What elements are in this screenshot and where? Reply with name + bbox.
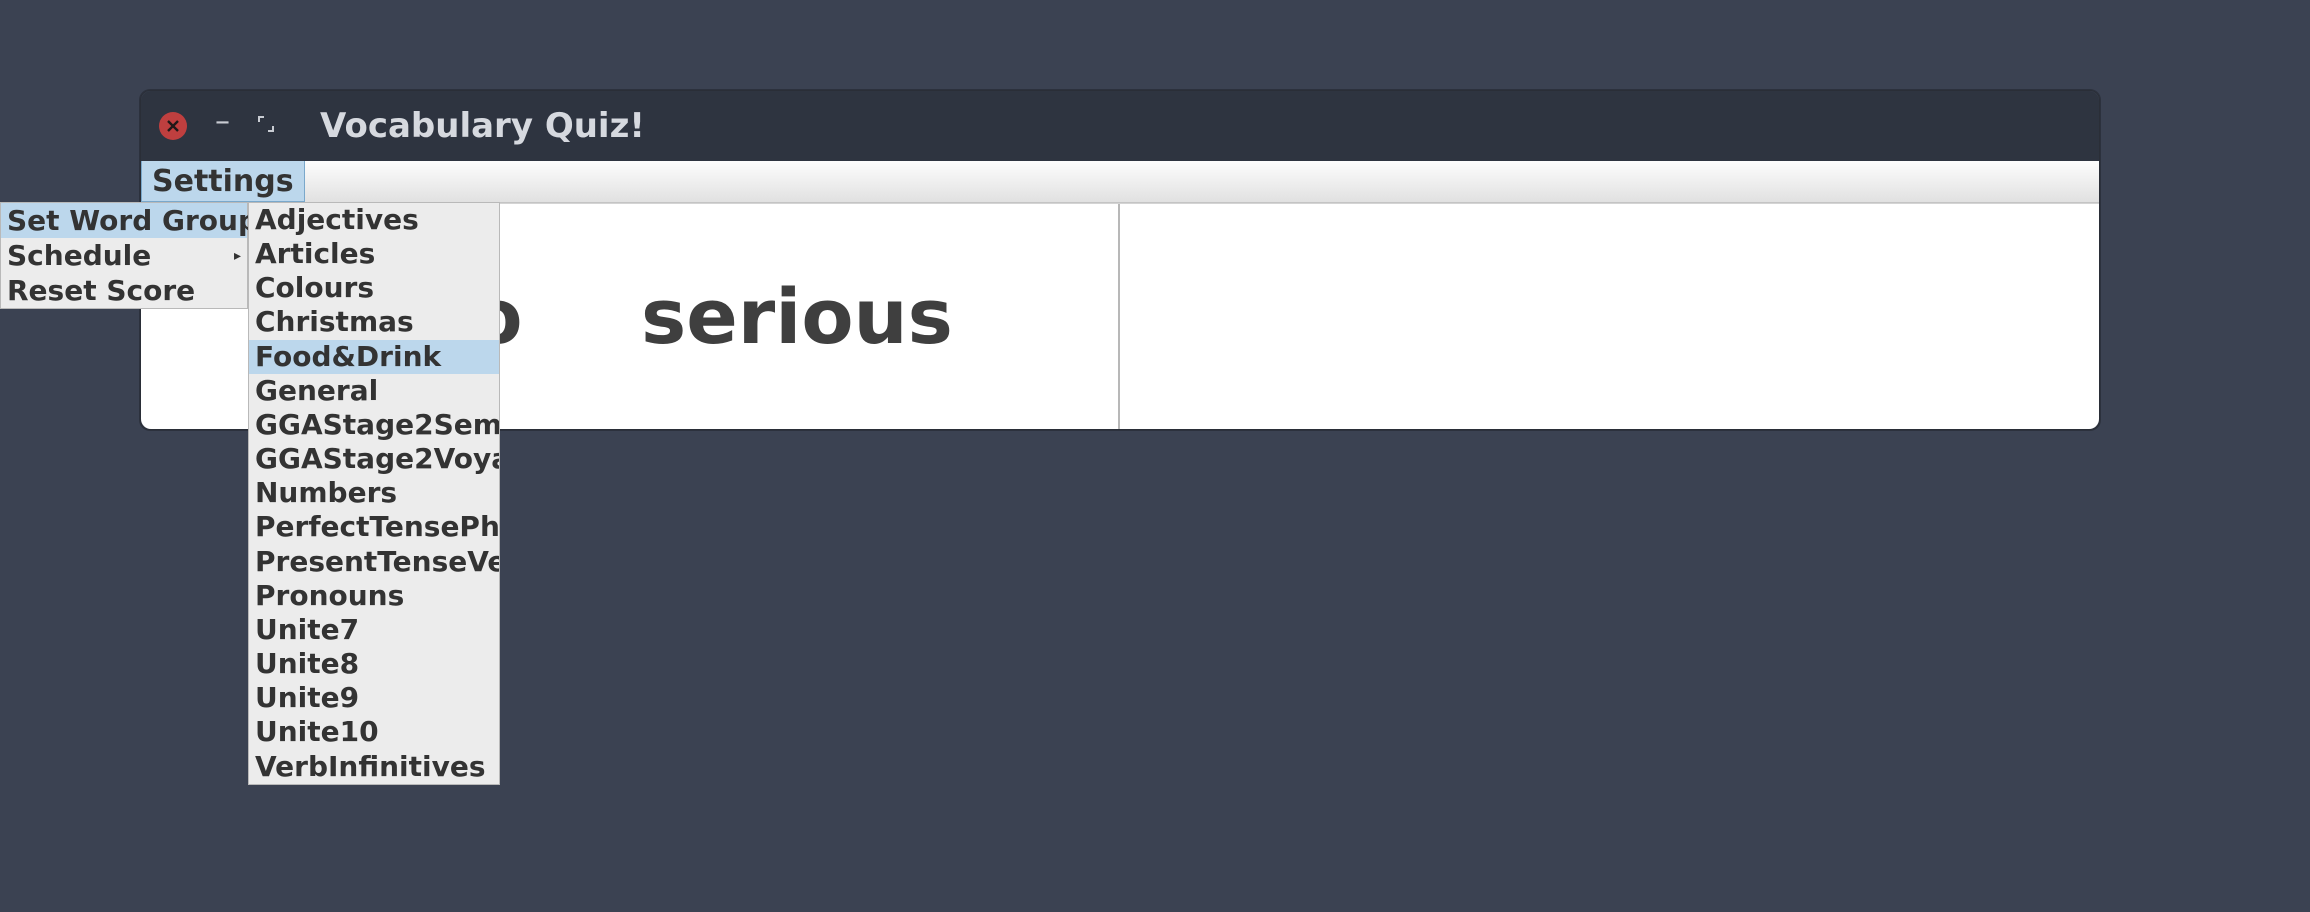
word-group-item[interactable]: Colours — [249, 271, 499, 305]
word-group-item-label: Food&Drink — [255, 340, 441, 374]
word-group-item-label: General — [255, 374, 378, 408]
word-group-item[interactable]: Adjectives — [249, 203, 499, 237]
word-group-item[interactable]: Unite7 — [249, 613, 499, 647]
word-group-item[interactable]: Pronouns — [249, 579, 499, 613]
word-group-item-label: Colours — [255, 271, 374, 305]
word-group-item[interactable]: VerbInfinitives — [249, 750, 499, 784]
close-icon — [166, 119, 180, 133]
word-group-item-label: Pronouns — [255, 579, 404, 613]
submenu-arrow-icon: ▸ — [234, 248, 241, 264]
word-group-item[interactable]: Unite8 — [249, 647, 499, 681]
word-group-item[interactable]: Unite10 — [249, 715, 499, 749]
word-group-dropdown: AdjectivesArticlesColoursChristmasFood&D… — [248, 202, 500, 785]
titlebar: – Vocabulary Quiz! — [141, 91, 2099, 161]
word-group-item[interactable]: GGAStage2Semes — [249, 408, 499, 442]
word-group-item[interactable]: PresentTenseVer — [249, 545, 499, 579]
word-group-item-label: Unite10 — [255, 715, 379, 749]
word-group-item[interactable]: Christmas — [249, 305, 499, 339]
word-group-item-label: PerfectTensePhra — [255, 510, 500, 544]
maximize-button[interactable] — [258, 116, 274, 137]
word-group-item-label: Numbers — [255, 476, 397, 510]
word-group-item-label: VerbInfinitives — [255, 750, 486, 784]
right-word: serious — [641, 272, 953, 361]
word-group-item-label: Articles — [255, 237, 375, 271]
word-group-item-label: PresentTenseVer — [255, 545, 500, 579]
menu-item-label: Set Word Group — [7, 204, 258, 237]
word-group-item[interactable]: General — [249, 374, 499, 408]
word-group-item-label: GGAStage2Semes — [255, 408, 500, 442]
word-group-item-label: Christmas — [255, 305, 414, 339]
word-group-item[interactable]: Numbers — [249, 476, 499, 510]
word-group-item[interactable]: Articles — [249, 237, 499, 271]
menu-settings[interactable]: Settings — [141, 161, 305, 202]
word-group-item[interactable]: Food&Drink — [249, 340, 499, 374]
content-pane-right — [1120, 204, 2099, 429]
word-group-item-label: Adjectives — [255, 203, 419, 237]
settings-dropdown: Set Word Group ▸ Schedule ▸ Reset Score — [0, 202, 248, 309]
menu-item-schedule[interactable]: Schedule ▸ — [1, 238, 247, 273]
word-group-item-label: Unite8 — [255, 647, 359, 681]
minimize-button[interactable]: – — [215, 107, 230, 137]
maximize-icon — [258, 116, 274, 132]
word-group-item-label: Unite7 — [255, 613, 359, 647]
menu-item-label: Schedule — [7, 239, 151, 272]
close-button[interactable] — [159, 112, 187, 140]
word-group-item[interactable]: GGAStage2Voyag — [249, 442, 499, 476]
window-title: Vocabulary Quiz! — [320, 106, 645, 146]
menu-item-reset-score[interactable]: Reset Score — [1, 273, 247, 308]
word-group-item-label: Unite9 — [255, 681, 359, 715]
menu-item-set-word-group[interactable]: Set Word Group ▸ — [1, 203, 247, 238]
word-group-item-label: GGAStage2Voyag — [255, 442, 500, 476]
word-group-item[interactable]: PerfectTensePhra — [249, 510, 499, 544]
menu-item-label: Reset Score — [7, 274, 195, 307]
word-group-item[interactable]: Unite9 — [249, 681, 499, 715]
menubar: Settings — [141, 161, 2099, 203]
